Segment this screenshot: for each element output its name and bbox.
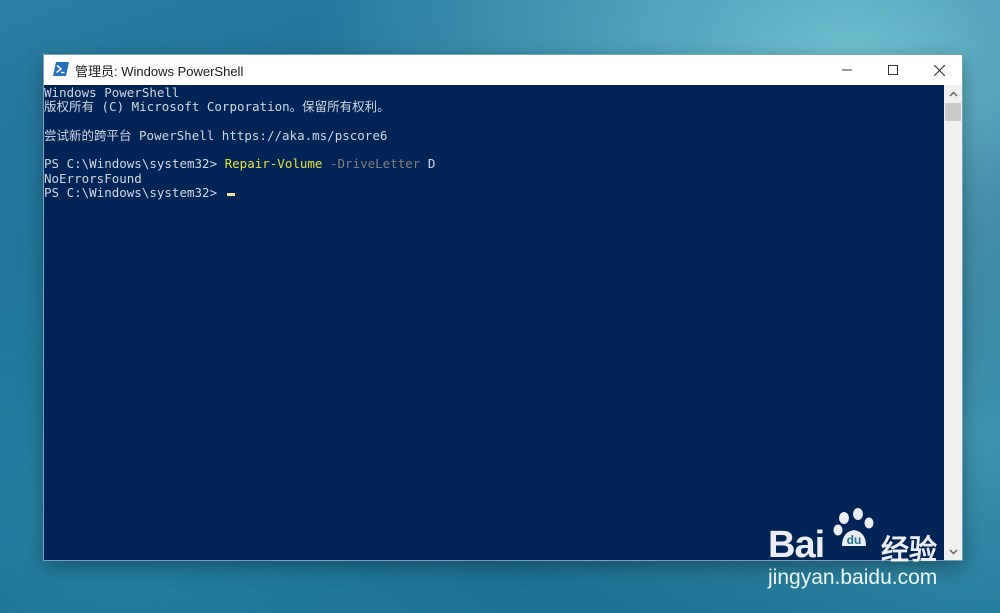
minimize-button[interactable]: [824, 55, 870, 85]
maximize-button[interactable]: [870, 55, 916, 85]
console-line: 尝试新的跨平台 PowerShell https://aka.ms/pscore…: [44, 127, 388, 143]
prompt: PS C:\Windows\system32>: [44, 156, 225, 172]
baidu-jingyan-watermark: Bai du 经验 jingyan.baidu.com: [768, 506, 1000, 606]
command-line: PS C:\Windows\system32> Repair-Volume -D…: [44, 157, 944, 171]
powershell-window[interactable]: 管理员: Windows PowerShell Windows PowerShe…: [44, 55, 962, 560]
title-bar[interactable]: 管理员: Windows PowerShell: [44, 55, 962, 85]
baidu-paw-icon: du: [833, 508, 874, 547]
window-title: 管理员: Windows PowerShell: [75, 63, 244, 79]
vertical-scrollbar[interactable]: [944, 85, 962, 560]
console-line: 版权所有 (C) Microsoft Corporation。保留所有权利。: [44, 99, 390, 115]
watermark-brand: Bai: [768, 524, 825, 566]
parameter-value: D: [427, 156, 436, 172]
powershell-icon: [44, 61, 75, 80]
console-output[interactable]: Windows PowerShell 版权所有 (C) Microsoft Co…: [44, 85, 944, 560]
cmdlet-name: Repair-Volume: [224, 156, 323, 172]
window-controls: [824, 55, 962, 85]
parameter-name: -DriveLetter: [330, 156, 421, 172]
prompt: PS C:\Windows\system32>: [44, 185, 225, 201]
minimize-icon: [842, 69, 852, 71]
watermark-url: jingyan.baidu.com: [768, 566, 938, 589]
chevron-up-icon: [949, 91, 957, 96]
maximize-icon: [888, 65, 898, 75]
close-icon: [933, 64, 945, 76]
console-line: NoErrorsFound: [44, 170, 142, 186]
console-line: Windows PowerShell: [44, 85, 180, 100]
svg-text:du: du: [847, 533, 862, 547]
prompt-line[interactable]: PS C:\Windows\system32>: [44, 185, 944, 201]
scrollbar-thumb[interactable]: [945, 103, 961, 121]
close-button[interactable]: [916, 55, 962, 85]
desktop-background: 管理员: Windows PowerShell Windows PowerShe…: [0, 0, 1000, 613]
scroll-up-button[interactable]: [944, 85, 962, 102]
text-cursor: [226, 193, 235, 197]
watermark-jingyan: 经验: [881, 533, 938, 566]
